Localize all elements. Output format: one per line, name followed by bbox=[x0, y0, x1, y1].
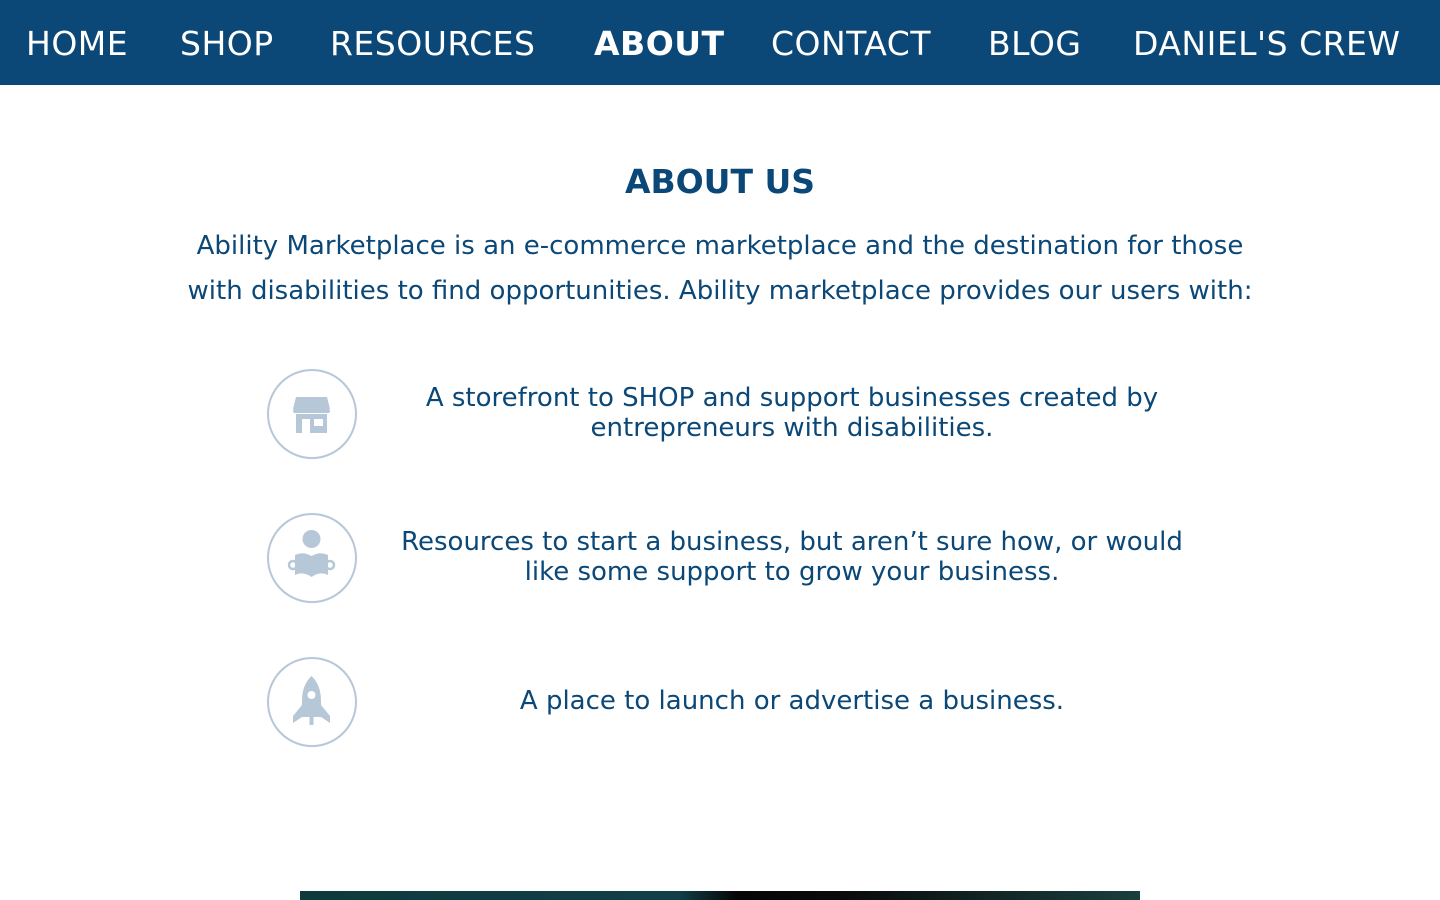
storefront-icon bbox=[267, 369, 357, 459]
nav-home[interactable]: HOME bbox=[26, 22, 128, 66]
about-intro: Ability Marketplace is an e-commerce mar… bbox=[150, 224, 1290, 314]
nav-shop[interactable]: SHOP bbox=[180, 22, 274, 66]
nav-daniels-crew[interactable]: DANIEL'S CREW bbox=[1133, 22, 1401, 66]
nav-about[interactable]: ABOUT bbox=[594, 22, 725, 66]
rocket-icon bbox=[267, 657, 357, 747]
hero-image bbox=[300, 891, 1140, 900]
feature-storefront-line-1: A storefront to SHOP and support busines… bbox=[425, 383, 1159, 413]
nav-contact[interactable]: CONTACT bbox=[771, 22, 931, 66]
person-reading-icon bbox=[267, 513, 357, 603]
nav-resources[interactable]: RESOURCES bbox=[330, 22, 535, 66]
about-title: ABOUT US bbox=[624, 162, 816, 201]
feature-resources-text: Resources to start a business, but aren’… bbox=[372, 527, 1212, 587]
top-navigation-bar: HOME SHOP RESOURCES ABOUT CONTACT BLOG D… bbox=[0, 0, 1440, 85]
feature-storefront-text: A storefront to SHOP and support busines… bbox=[372, 383, 1212, 443]
feature-launch-line-1: A place to launch or advertise a busines… bbox=[519, 686, 1065, 716]
feature-launch-text: A place to launch or advertise a busines… bbox=[372, 686, 1212, 716]
about-intro-line-2: with disabilities to find opportunities.… bbox=[187, 276, 1253, 306]
feature-storefront-line-2: entrepreneurs with disabilities. bbox=[590, 413, 994, 443]
nav-blog[interactable]: BLOG bbox=[988, 22, 1081, 66]
feature-resources-line-1: Resources to start a business, but aren’… bbox=[401, 527, 1183, 557]
about-intro-line-1: Ability Marketplace is an e-commerce mar… bbox=[196, 231, 1244, 261]
feature-resources-line-2: like some support to grow your business. bbox=[524, 557, 1060, 587]
